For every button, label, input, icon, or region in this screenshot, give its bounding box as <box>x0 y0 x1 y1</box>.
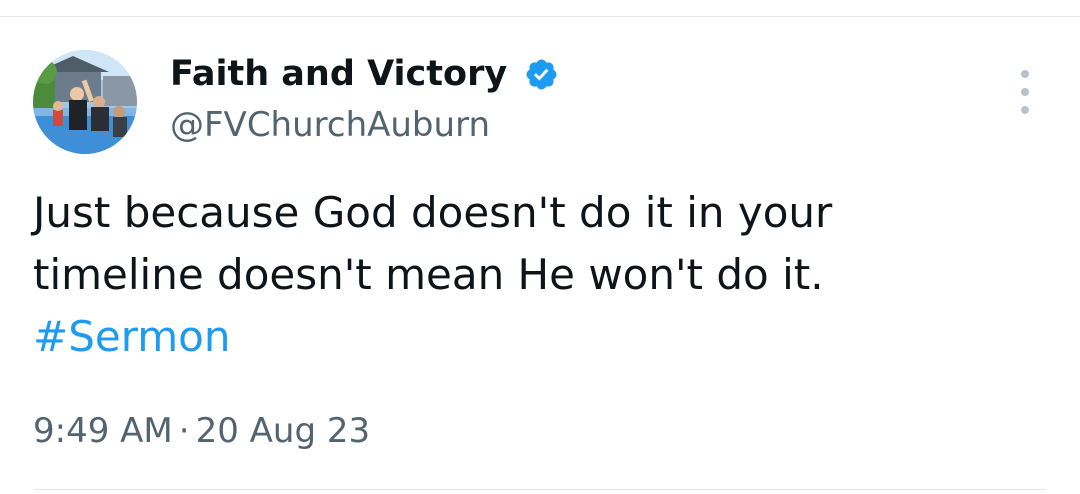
hashtag-link[interactable]: #Sermon <box>33 306 230 368</box>
author-handle[interactable]: @FVChurchAuburn <box>170 102 490 148</box>
profile-photo <box>33 50 137 154</box>
tweet-date[interactable]: 20 Aug 23 <box>196 411 371 451</box>
tweet-text-line: timeline doesn't mean He won't do it. <box>33 250 824 299</box>
avatar[interactable] <box>33 50 137 154</box>
more-options-button[interactable] <box>1010 70 1040 114</box>
tweet-time[interactable]: 9:49 AM <box>33 411 173 451</box>
tweet-text-line: Just because God doesn't do it in your <box>33 188 833 237</box>
meta-separator: · <box>178 411 190 451</box>
top-divider <box>0 16 1080 17</box>
more-vertical-icon-dot <box>1021 106 1029 114</box>
tweet-timestamp: 9:49 AM · 20 Aug 23 <box>33 408 370 454</box>
tweet-text: Just because God doesn't do it in your t… <box>33 182 1043 368</box>
more-vertical-icon-dot <box>1021 88 1029 96</box>
display-name[interactable]: Faith and Victory <box>170 50 507 98</box>
more-vertical-icon <box>1021 70 1029 78</box>
bottom-divider <box>34 489 1046 490</box>
verified-badge-icon <box>524 57 559 92</box>
